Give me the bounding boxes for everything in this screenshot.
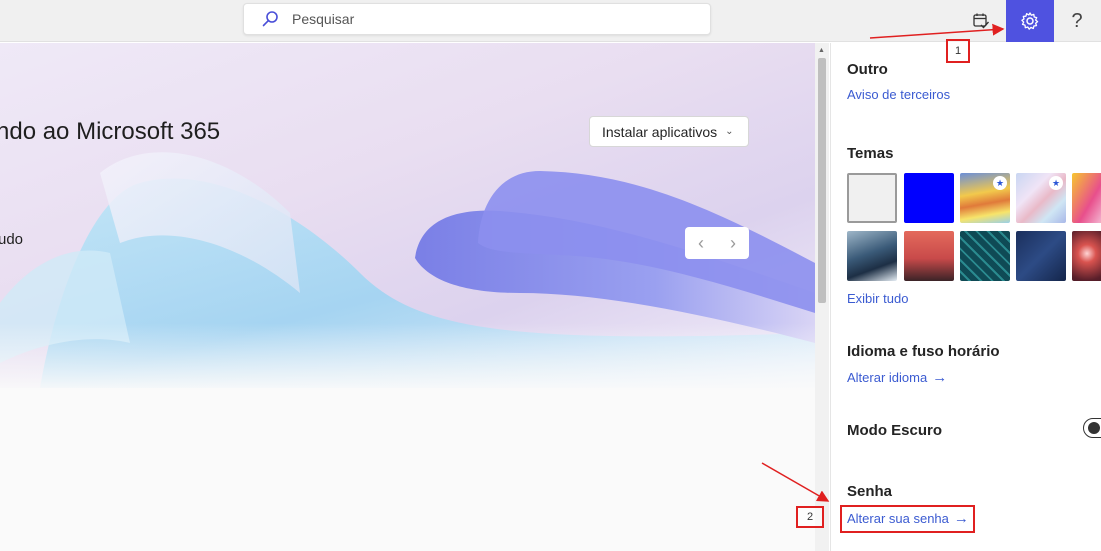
theme-colorful[interactable] [1072,173,1101,223]
carousel-prev-button[interactable]: ‹ [685,227,717,259]
chevron-down-icon: ⌄ [725,126,734,137]
search-placeholder: Pesquisar [292,11,355,27]
annotation-step-2: 2 [796,506,824,528]
gear-icon [1021,12,1039,30]
settings-button[interactable] [1006,0,1054,42]
arrow-right-icon: → [932,369,948,386]
theme-rainbow[interactable]: ★ [960,173,1010,223]
carousel-controls: ‹ › [685,227,749,259]
change-language-link[interactable]: Alterar idioma → [847,369,947,386]
my-day-button[interactable] [958,0,1004,42]
theme-palms[interactable] [904,231,954,281]
theme-innovation[interactable] [1016,231,1066,281]
scroll-up-icon[interactable]: ▲ [818,47,825,54]
main-scrollbar[interactable]: ▲ [815,43,829,551]
scroll-thumb[interactable] [818,58,826,303]
password-section-title: Senha [847,483,893,500]
language-section-title: Idioma e fuso horário [847,343,1000,360]
theme-blue[interactable] [904,173,954,223]
settings-panel: Outro Aviso de terceiros Temas ★ ★ Exibi… [830,43,1101,551]
calendar-check-icon [973,13,990,29]
dark-mode-title: Modo Escuro [847,422,943,439]
welcome-subtitle: udo [0,231,24,248]
dark-mode-toggle[interactable] [1083,418,1101,438]
install-apps-label: Instalar aplicativos [602,123,718,140]
theme-lights[interactable] [1072,231,1101,281]
welcome-title: ndo ao Microsoft 365 [0,118,221,145]
view-all-themes-link[interactable]: Exibir tudo [847,291,908,306]
carousel-next-button[interactable]: › [717,227,749,259]
search-icon [262,11,278,27]
install-apps-button[interactable]: Instalar aplicativos ⌄ [589,116,749,147]
toggle-knob [1088,422,1100,434]
search-box[interactable]: Pesquisar [243,3,711,35]
other-section-title: Outro [847,61,888,78]
themes-section-title: Temas [847,145,894,162]
top-bar: Pesquisar ? [0,0,1101,42]
theme-circuit-teal[interactable] [960,231,1010,281]
annotation-step-1: 1 [946,39,970,63]
hero-banner: ndo ao Microsoft 365 udo Instalar aplica… [0,43,815,388]
help-button[interactable]: ? [1054,0,1100,42]
theme-pastel[interactable]: ★ [1016,173,1066,223]
third-party-notice-link[interactable]: Aviso de terceiros [847,87,950,102]
star-icon: ★ [1049,176,1063,190]
theme-landscape[interactable] [847,231,897,281]
annotation-highlight-password [840,505,975,533]
theme-light[interactable] [847,173,897,223]
star-icon: ★ [993,176,1007,190]
main-content: ndo ao Microsoft 365 udo Instalar aplica… [0,43,815,551]
